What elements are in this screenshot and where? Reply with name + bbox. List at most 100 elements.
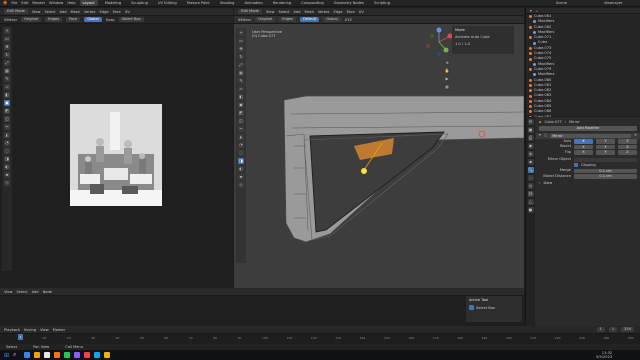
- bisect-x-toggle[interactable]: X: [574, 144, 593, 149]
- modifier-close-icon[interactable]: ✕: [634, 133, 637, 139]
- data-panel-header[interactable]: › Data: [536, 181, 640, 187]
- measure-tool-icon[interactable]: ▱: [4, 84, 10, 90]
- end-frame-field[interactable]: 250: [621, 327, 634, 332]
- select-box-icon[interactable]: [469, 305, 474, 310]
- menu-edit[interactable]: Edit: [21, 1, 28, 5]
- menu-vertex[interactable]: Vertex: [84, 10, 96, 14]
- cursor-tool-icon[interactable]: +: [4, 28, 10, 34]
- particles-props-icon[interactable]: ∴: [527, 175, 534, 181]
- tab-animation[interactable]: Animation: [241, 0, 265, 6]
- start-menu-icon[interactable]: ⊞: [4, 352, 9, 359]
- tab-compositing[interactable]: Compositing: [298, 0, 327, 6]
- tab-geometry-nodes[interactable]: Geometry Nodes: [331, 0, 367, 6]
- edge-slide-tool-icon[interactable]: ◨: [4, 156, 10, 162]
- bottom-menu-node[interactable]: Node: [43, 290, 52, 294]
- smooth-tool-icon[interactable]: ◌: [4, 148, 10, 154]
- taskbar-app-icon[interactable]: [94, 352, 101, 358]
- tab-rendering[interactable]: Rendering: [270, 0, 294, 6]
- tab-sculpting[interactable]: Sculpting: [128, 0, 151, 6]
- menu-render[interactable]: Render: [32, 1, 45, 5]
- scale-tool-icon[interactable]: ⤢: [4, 60, 10, 66]
- pivot-dropdown[interactable]: Original: [21, 17, 42, 22]
- add-modifier-button[interactable]: Add Modifier: [539, 126, 637, 131]
- timeline-marker[interactable]: Marker: [53, 328, 65, 332]
- object-name[interactable]: Cube.077: [544, 120, 561, 126]
- snap-toggle[interactable]: Snap: [106, 18, 115, 22]
- bisect-z-toggle[interactable]: Z: [618, 144, 637, 149]
- menu-file[interactable]: File: [11, 1, 17, 5]
- flip-x-toggle[interactable]: X: [574, 150, 593, 155]
- taskbar-app-icon[interactable]: [64, 352, 71, 358]
- start-frame-field[interactable]: 1: [608, 327, 618, 332]
- playhead[interactable]: 1: [18, 334, 23, 340]
- tab-uv-editing[interactable]: UV Editing: [155, 0, 180, 6]
- menu-select[interactable]: Select: [44, 10, 55, 14]
- blender-logo-icon[interactable]: ◉: [3, 0, 7, 6]
- spin-tool-icon[interactable]: ◔: [4, 140, 10, 146]
- tab-modeling[interactable]: Modeling: [102, 0, 124, 6]
- timeline-ruler[interactable]: 0102030405060708090100110120130140150160…: [0, 334, 640, 344]
- timeline-view[interactable]: View: [40, 328, 49, 332]
- merge-value-field[interactable]: 0.1 cm: [574, 168, 637, 173]
- rip-tool-icon[interactable]: ◇: [4, 180, 10, 186]
- axis-y-toggle[interactable]: Y: [596, 139, 615, 144]
- render-props-icon[interactable]: ▣: [527, 127, 534, 133]
- taskbar-app-icon[interactable]: [74, 352, 81, 358]
- outliner-filter-icon[interactable]: ▾: [530, 9, 532, 13]
- output-props-icon[interactable]: ⎙: [527, 135, 534, 141]
- rotate-tool-icon[interactable]: ↻: [4, 52, 10, 58]
- 3d-viewport[interactable]: Edit Mode View Select Add Mesh Vertex Ed…: [234, 8, 524, 288]
- loopcut-tool-icon[interactable]: ◫: [4, 116, 10, 122]
- flip-z-toggle[interactable]: Z: [618, 150, 637, 155]
- polybuild-tool-icon[interactable]: ◭: [4, 132, 10, 138]
- clipping-checkbox[interactable]: [574, 163, 578, 168]
- bisect-distance-field[interactable]: 0.1 cm: [574, 174, 637, 179]
- extrude-tool-icon[interactable]: ◧: [4, 92, 10, 98]
- annotate-tool-icon[interactable]: ✎: [4, 76, 10, 82]
- inset-tool-icon[interactable]: ▣: [4, 100, 10, 106]
- shrink-tool-icon[interactable]: ◐: [4, 164, 10, 170]
- taskbar-app-icon[interactable]: [44, 352, 51, 358]
- tool-props-icon[interactable]: ⚙: [527, 119, 534, 125]
- menu-edge[interactable]: Edge: [100, 10, 109, 14]
- axis-x-toggle[interactable]: X: [574, 139, 593, 144]
- transform-tool-icon[interactable]: ▦: [4, 68, 10, 74]
- search-icon[interactable]: ⌕: [13, 351, 16, 359]
- menu-face[interactable]: Face: [113, 10, 121, 14]
- bisect-y-toggle[interactable]: Y: [596, 144, 615, 149]
- flip-y-toggle[interactable]: Y: [596, 150, 615, 155]
- menu-help[interactable]: Help: [67, 1, 75, 5]
- world-props-icon[interactable]: ◍: [527, 151, 534, 157]
- material-props-icon[interactable]: ●: [527, 207, 534, 213]
- outliner-search-icon[interactable]: ⌕: [536, 9, 538, 13]
- data-props-icon[interactable]: △: [527, 199, 534, 205]
- view-layer-selector[interactable]: ViewLayer: [604, 1, 623, 5]
- menu-view[interactable]: View: [32, 10, 41, 14]
- tab-texture-paint[interactable]: Texture Paint: [184, 0, 213, 6]
- modifier-props-icon[interactable]: 🔧: [527, 167, 534, 173]
- tab-scripting[interactable]: Scripting: [371, 0, 393, 6]
- taskbar-app-icon[interactable]: [104, 352, 111, 358]
- menu-uv[interactable]: UV: [125, 10, 130, 14]
- shear-tool-icon[interactable]: ▰: [4, 172, 10, 178]
- tab-shading[interactable]: Shading: [217, 0, 238, 6]
- axis-z-toggle[interactable]: Z: [618, 139, 637, 144]
- scene-selector[interactable]: Scene: [556, 1, 567, 5]
- taskbar-app-icon[interactable]: [34, 352, 41, 358]
- bottom-menu-add[interactable]: Add: [32, 290, 39, 294]
- current-frame-field[interactable]: 1: [596, 327, 605, 332]
- mode-dropdown[interactable]: Edit Mode: [4, 9, 28, 14]
- face-dropdown[interactable]: Face: [66, 17, 81, 22]
- knife-tool-icon[interactable]: ✂: [4, 124, 10, 130]
- select-box-dropdown[interactable]: Select Box: [118, 17, 144, 22]
- constraints-props-icon[interactable]: ⛓: [527, 191, 534, 197]
- physics-props-icon[interactable]: ◎: [527, 183, 534, 189]
- taskbar-app-icon[interactable]: [84, 352, 91, 358]
- scene-props-icon[interactable]: ◉: [527, 143, 534, 149]
- orientation-dropdown[interactable]: Global: [84, 17, 102, 22]
- taskbar-app-icon[interactable]: [54, 352, 61, 358]
- mirror-object-field[interactable]: [574, 157, 637, 162]
- bottom-menu-select[interactable]: Select: [17, 290, 28, 294]
- expand-icon[interactable]: ›: [539, 181, 540, 187]
- object-props-icon[interactable]: ▪: [527, 159, 534, 165]
